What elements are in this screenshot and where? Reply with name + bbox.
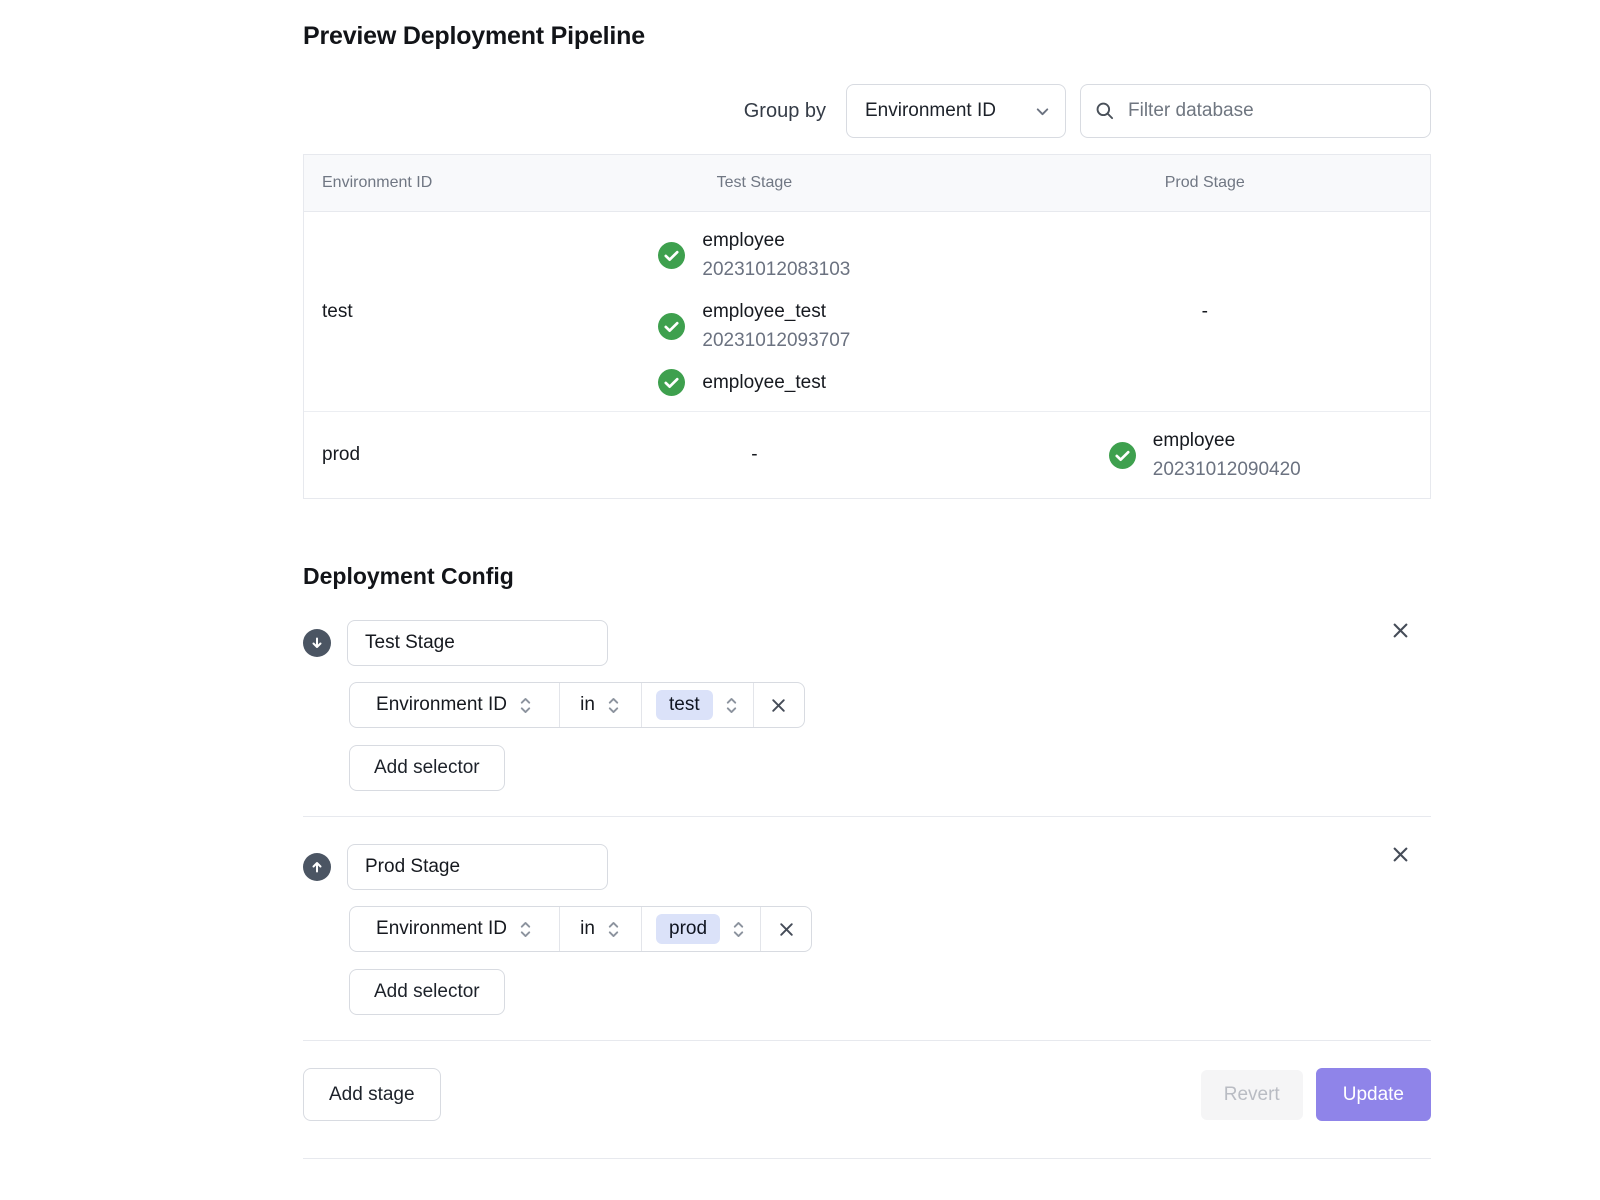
success-check-icon bbox=[658, 369, 685, 396]
main-content: Preview Deployment Pipeline Group by Env… bbox=[303, 0, 1431, 1159]
database-name: employee_test bbox=[702, 297, 850, 326]
filter-database-input[interactable] bbox=[1126, 99, 1416, 123]
table-row-prod: prod - employee 20231012090420 bbox=[304, 412, 1430, 498]
close-icon bbox=[769, 696, 788, 715]
database-item: employee 20231012090420 bbox=[1109, 426, 1301, 484]
database-name: employee bbox=[1153, 426, 1301, 455]
deployment-config-title: Deployment Config bbox=[303, 563, 1431, 590]
section-divider bbox=[303, 1040, 1431, 1041]
table-controls: Group by Environment ID bbox=[303, 84, 1431, 138]
close-icon bbox=[1390, 844, 1411, 865]
chevron-up-down-icon bbox=[731, 919, 746, 940]
database-name: employee_test bbox=[702, 368, 826, 397]
selector-operator-value: in bbox=[580, 918, 595, 940]
column-header-test-stage: Test Stage bbox=[529, 174, 979, 192]
chevron-up-down-icon bbox=[606, 695, 621, 716]
selector-operator-select[interactable]: in bbox=[560, 907, 642, 951]
selector-key-select[interactable]: Environment ID bbox=[350, 683, 560, 727]
revert-button[interactable]: Revert bbox=[1201, 1070, 1303, 1120]
stage-config-test: Environment ID in test bbox=[303, 620, 1431, 791]
database-version: 20231012090420 bbox=[1153, 455, 1301, 484]
table-row-test: test employee 20231012083103 bbox=[304, 212, 1430, 412]
database-item: employee_test 20231012093707 bbox=[658, 297, 850, 355]
remove-stage-button[interactable] bbox=[1390, 620, 1411, 641]
selector-value-select[interactable]: prod bbox=[642, 907, 761, 951]
close-icon bbox=[1390, 620, 1411, 641]
arrow-down-circle-icon bbox=[303, 629, 331, 657]
database-version: 20231012083103 bbox=[702, 255, 850, 284]
selector-operator-select[interactable]: in bbox=[560, 683, 642, 727]
group-by-label: Group by bbox=[744, 100, 826, 123]
stage-name-input[interactable] bbox=[347, 620, 608, 666]
section-divider bbox=[303, 816, 1431, 817]
remove-selector-button[interactable] bbox=[754, 683, 804, 727]
remove-selector-button[interactable] bbox=[761, 907, 811, 951]
update-button[interactable]: Update bbox=[1316, 1068, 1431, 1121]
success-check-icon bbox=[1109, 442, 1136, 469]
add-stage-button[interactable]: Add stage bbox=[303, 1068, 441, 1121]
selector-value-select[interactable]: test bbox=[642, 683, 754, 727]
selector-value-pill: prod bbox=[656, 914, 720, 944]
success-check-icon bbox=[658, 242, 685, 269]
environment-name: prod bbox=[304, 444, 529, 466]
success-check-icon bbox=[658, 313, 685, 340]
search-icon bbox=[1095, 101, 1115, 121]
column-header-prod-stage: Prod Stage bbox=[980, 174, 1430, 192]
selector-key-select[interactable]: Environment ID bbox=[350, 907, 560, 951]
column-header-environment-id: Environment ID bbox=[304, 174, 529, 192]
test-stage-database-list: employee 20231012083103 employee_test 20… bbox=[658, 226, 850, 397]
footer-actions: Add stage Revert Update bbox=[303, 1068, 1431, 1121]
database-name: employee bbox=[702, 226, 850, 255]
label-selector: Environment ID in test bbox=[349, 682, 805, 728]
page-title: Preview Deployment Pipeline bbox=[303, 0, 1431, 51]
chevron-up-down-icon bbox=[518, 919, 533, 940]
stage-config-prod: Environment ID in prod bbox=[303, 844, 1431, 1015]
group-by-selected-value: Environment ID bbox=[865, 100, 996, 122]
group-by-select[interactable]: Environment ID bbox=[846, 84, 1066, 138]
bottom-divider bbox=[303, 1158, 1431, 1159]
selector-operator-value: in bbox=[580, 694, 595, 716]
add-selector-button[interactable]: Add selector bbox=[349, 745, 505, 791]
stage-name-input[interactable] bbox=[347, 844, 608, 890]
environment-name: test bbox=[304, 301, 529, 323]
chevron-up-down-icon bbox=[518, 695, 533, 716]
selector-key-value: Environment ID bbox=[376, 694, 507, 716]
selector-key-value: Environment ID bbox=[376, 918, 507, 940]
close-icon bbox=[777, 920, 796, 939]
add-selector-button[interactable]: Add selector bbox=[349, 969, 505, 1015]
selector-value-pill: test bbox=[656, 690, 713, 720]
arrow-up-circle-icon bbox=[303, 853, 331, 881]
prod-stage-database-list: employee 20231012090420 bbox=[1109, 426, 1301, 484]
prod-stage-empty: - bbox=[980, 301, 1430, 323]
database-item: employee_test bbox=[658, 368, 850, 397]
test-stage-empty: - bbox=[529, 444, 979, 466]
remove-stage-button[interactable] bbox=[1390, 844, 1411, 865]
filter-database-field[interactable] bbox=[1080, 84, 1431, 138]
chevron-down-icon bbox=[1034, 103, 1051, 120]
database-item: employee 20231012083103 bbox=[658, 226, 850, 284]
database-version: 20231012093707 bbox=[702, 326, 850, 355]
pipeline-table-header: Environment ID Test Stage Prod Stage bbox=[304, 155, 1430, 212]
pipeline-table: Environment ID Test Stage Prod Stage tes… bbox=[303, 154, 1431, 499]
chevron-up-down-icon bbox=[606, 919, 621, 940]
chevron-up-down-icon bbox=[724, 695, 739, 716]
label-selector: Environment ID in prod bbox=[349, 906, 812, 952]
